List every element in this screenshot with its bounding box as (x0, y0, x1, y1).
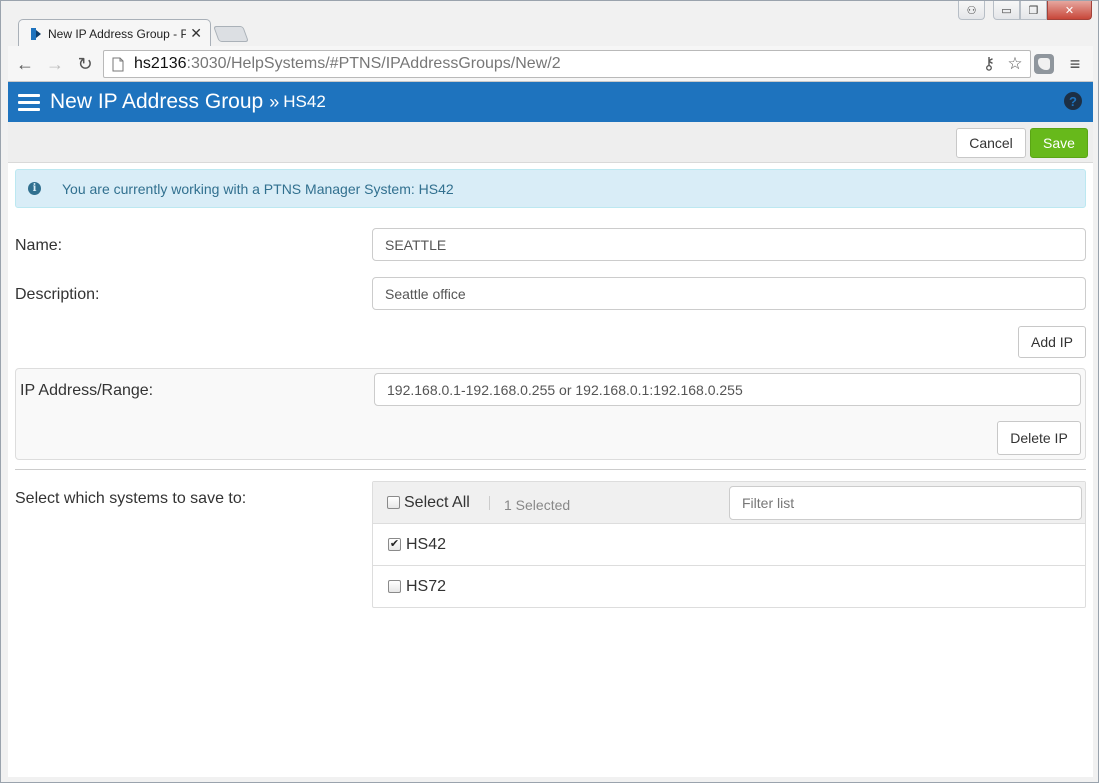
url-host: hs2136 (134, 55, 187, 72)
header-separator (489, 496, 490, 510)
save-button[interactable]: Save (1030, 128, 1088, 158)
new-tab-button[interactable] (213, 26, 249, 42)
page-viewport: New IP Address Group » HS42 ? Cancel Sav… (8, 82, 1093, 777)
page-title: New IP Address Group (50, 90, 264, 113)
info-icon: i (28, 182, 41, 195)
system-checkbox-hs72[interactable] (388, 580, 401, 593)
reload-icon[interactable]: ↻ (72, 51, 98, 77)
delete-ip-button[interactable]: Delete IP (997, 421, 1081, 455)
window-controls: ⚇ ▭ ❐ ✕ (958, 1, 1092, 20)
breadcrumb-separator: » (269, 91, 280, 112)
add-ip-button[interactable]: Add IP (1018, 326, 1086, 358)
action-bar: Cancel Save (8, 122, 1093, 163)
maximize-icon[interactable]: ❐ (1020, 1, 1047, 20)
description-label: Description: (15, 286, 100, 303)
browser-tab[interactable]: New IP Address Group - P ✕ (18, 19, 211, 47)
alert-text: You are currently working with a PTNS Ma… (62, 180, 454, 197)
bookmark-star-icon[interactable]: ☆ (1004, 54, 1026, 74)
tab-title: New IP Address Group - P (48, 26, 187, 41)
selected-count: 1 Selected (504, 497, 571, 513)
cancel-button[interactable]: Cancel (956, 128, 1026, 158)
address-bar[interactable]: hs2136 :3030/HelpSystems/#PTNS/IPAddress… (103, 50, 1031, 78)
systems-label: Select which systems to save to: (15, 490, 247, 507)
name-label: Name: (15, 237, 63, 254)
filter-list-input[interactable]: Filter list (729, 486, 1082, 520)
breadcrumb-system: HS42 (283, 92, 326, 111)
section-divider (15, 469, 1086, 470)
key-icon[interactable]: ⚷ (978, 54, 1000, 74)
browser-toolbar: ← → ↻ hs2136 :3030/HelpSystems/#PTNS/IPA… (8, 46, 1093, 82)
minimize-icon[interactable]: ▭ (993, 1, 1020, 20)
name-input[interactable]: SEATTLE (372, 228, 1086, 261)
info-alert: i You are currently working with a PTNS … (15, 169, 1086, 208)
hamburger-menu-icon[interactable] (18, 90, 40, 115)
ip-range-input[interactable]: 192.168.0.1-192.168.0.255 or 192.168.0.1… (374, 373, 1081, 406)
url-path: :3030/HelpSystems/#PTNS/IPAddressGroups/… (186, 55, 561, 72)
tab-close-icon[interactable]: ✕ (190, 25, 202, 42)
profile-icon[interactable]: ⚇ (958, 1, 985, 20)
close-window-icon[interactable]: ✕ (1047, 1, 1092, 20)
systems-list-header: Select All 1 Selected Filter list (373, 482, 1085, 524)
ip-range-label: IP Address/Range: (20, 382, 154, 399)
system-name: HS42 (406, 536, 447, 553)
list-item[interactable]: HS72 (373, 566, 1085, 608)
app-header: New IP Address Group » HS42 ? (8, 82, 1093, 122)
browser-menu-icon[interactable]: ≡ (1064, 53, 1086, 75)
systems-list: Select All 1 Selected Filter list ✔ HS42… (372, 481, 1086, 608)
back-arrow-icon[interactable]: ← (12, 51, 38, 77)
select-all-checkbox[interactable] (387, 496, 400, 509)
list-item[interactable]: ✔ HS42 (373, 524, 1085, 566)
help-icon[interactable]: ? (1064, 92, 1082, 110)
select-all-label[interactable]: Select All (404, 494, 470, 512)
browser-window: New IP Address Group - P ✕ ⚇ ▭ ❐ ✕ ← → ↻… (0, 0, 1099, 783)
forward-arrow-icon[interactable]: → (42, 51, 68, 77)
description-input[interactable]: Seattle office (372, 277, 1086, 310)
system-name: HS72 (406, 578, 447, 595)
helpsystems-logo-icon (31, 27, 41, 40)
browser-titlebar: New IP Address Group - P ✕ ⚇ ▭ ❐ ✕ (1, 1, 1098, 47)
page-icon (112, 57, 124, 71)
system-checkbox-hs42[interactable]: ✔ (388, 538, 401, 551)
extension-icon[interactable] (1034, 54, 1054, 74)
